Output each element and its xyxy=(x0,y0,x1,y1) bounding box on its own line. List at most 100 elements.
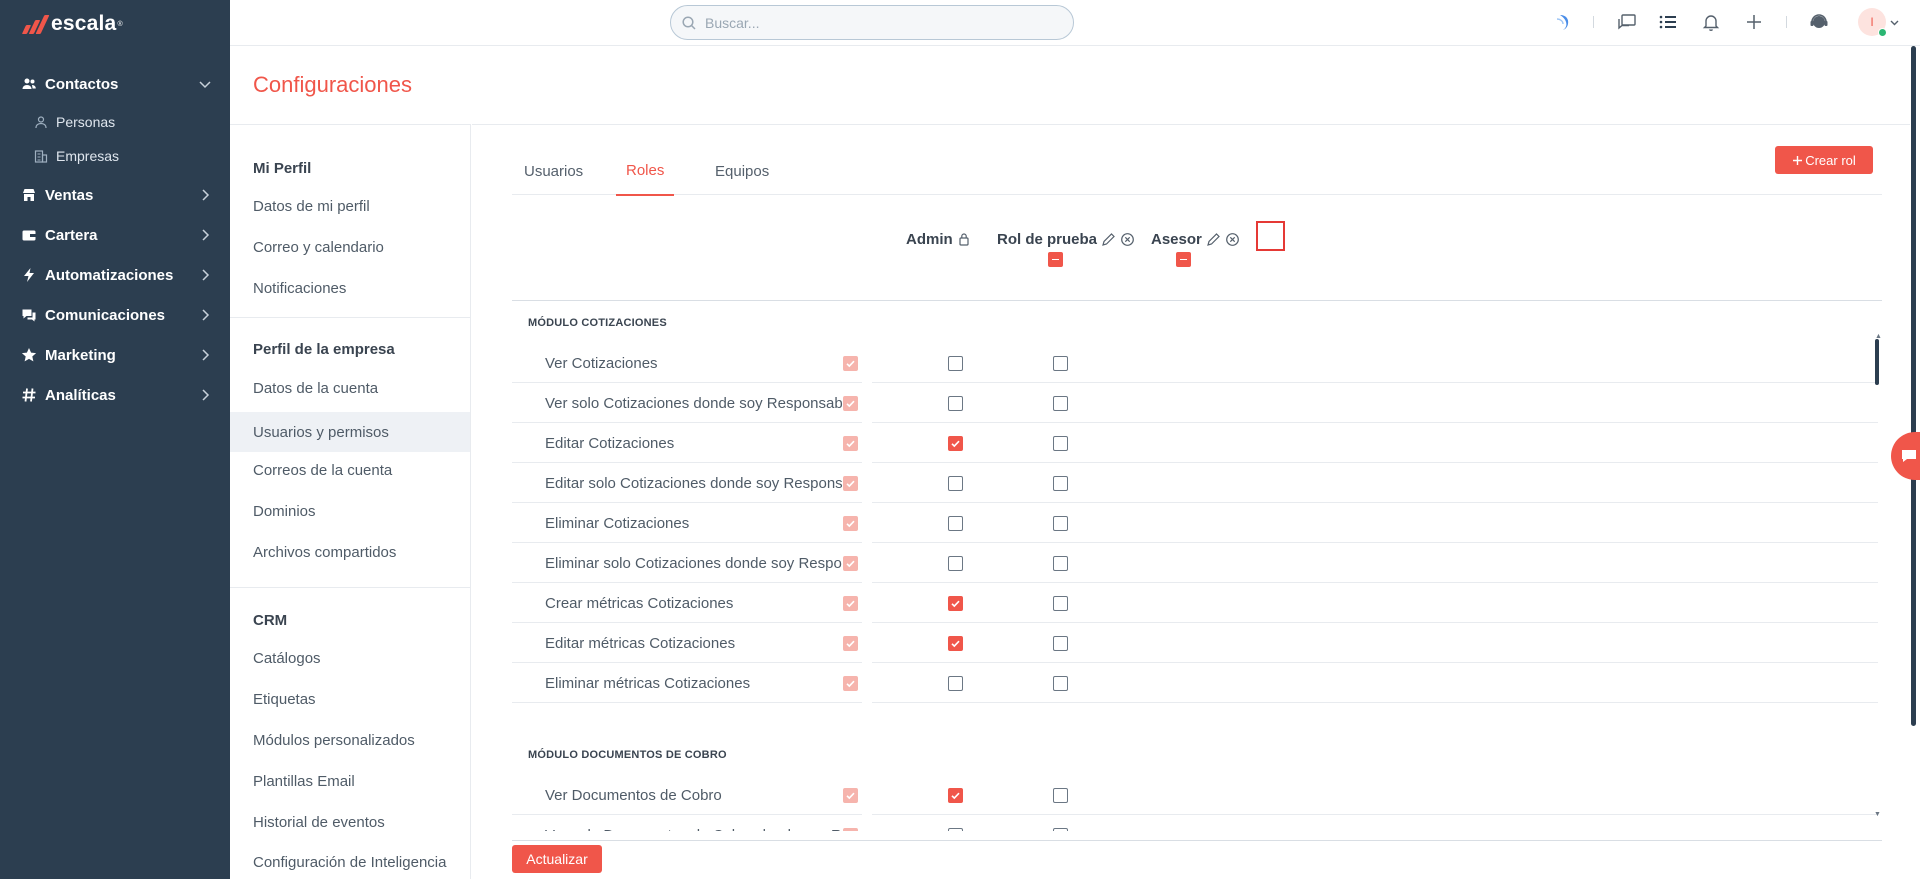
menu-item-configuracion-inteligencia[interactable]: Configuración de Inteligencia xyxy=(230,842,470,879)
permission-checkbox-asesor[interactable] xyxy=(1053,356,1068,371)
sidebar-item-comunicaciones[interactable]: Comunicaciones xyxy=(0,299,230,331)
plus-icon[interactable] xyxy=(1743,11,1765,33)
topbar-divider xyxy=(1786,16,1787,28)
permission-checkbox-admin xyxy=(843,356,858,371)
permission-checkbox-asesor[interactable] xyxy=(1053,596,1068,611)
task-list-icon[interactable] xyxy=(1657,11,1679,33)
menu-section-title: CRM xyxy=(253,612,288,629)
permission-checkbox-admin xyxy=(843,596,858,611)
menu-item-datos-cuenta[interactable]: Datos de la cuenta xyxy=(230,368,470,408)
role-name: Asesor xyxy=(1151,231,1202,248)
menu-item-historial-eventos[interactable]: Historial de eventos xyxy=(230,802,470,842)
permission-checkbox-asesor[interactable] xyxy=(1053,436,1068,451)
menu-item-correos-cuenta[interactable]: Correos de la cuenta xyxy=(230,450,470,490)
scroll-down-arrow-icon[interactable]: ▼ xyxy=(1874,811,1881,818)
create-role-button[interactable]: Crear rol xyxy=(1775,146,1873,174)
star-icon xyxy=(20,346,38,364)
escala-logo[interactable]: escala ® xyxy=(21,12,123,36)
support-headset-icon[interactable] xyxy=(1808,11,1830,33)
menu-item-usuarios-permisos[interactable]: Usuarios y permisos xyxy=(230,412,470,452)
sidebar-item-cartera[interactable]: Cartera xyxy=(0,219,230,251)
toggle-all-asesor-checkbox[interactable] xyxy=(1176,252,1191,267)
logo-trademark: ® xyxy=(117,20,123,28)
permission-checkbox-asesor[interactable] xyxy=(1053,476,1068,491)
conversations-icon[interactable] xyxy=(1616,11,1638,33)
permission-checkbox-rol-prueba[interactable] xyxy=(948,828,963,831)
sidebar-item-automatizaciones[interactable]: Automatizaciones xyxy=(0,259,230,291)
edit-pencil-icon[interactable] xyxy=(1101,232,1116,247)
sidebar-item-ventas[interactable]: Ventas xyxy=(0,179,230,211)
menu-item-notificaciones[interactable]: Notificaciones xyxy=(230,268,470,308)
permission-checkbox-rol-prueba[interactable] xyxy=(948,516,963,531)
menu-item-dominios[interactable]: Dominios xyxy=(230,491,470,531)
menu-item-datos-perfil[interactable]: Datos de mi perfil xyxy=(230,186,470,226)
sidebar-item-label: Ventas xyxy=(45,186,94,204)
bell-icon[interactable] xyxy=(1700,11,1722,33)
update-button[interactable]: Actualizar xyxy=(512,845,602,873)
sidebar-subitem-label: Empresas xyxy=(56,148,120,164)
sidebar-item-label: Automatizaciones xyxy=(45,266,174,284)
tabs-bar: Usuarios Roles Equipos xyxy=(512,147,1882,196)
menu-item-etiquetas[interactable]: Etiquetas xyxy=(230,679,470,719)
page-scrollbar[interactable] xyxy=(1911,46,1916,726)
search-box[interactable] xyxy=(670,5,1074,40)
permission-checkbox-asesor[interactable] xyxy=(1053,828,1068,831)
permission-checkbox-asesor[interactable] xyxy=(1053,516,1068,531)
avatar-initial: I xyxy=(1870,15,1874,29)
menu-item-plantillas-email[interactable]: Plantillas Email xyxy=(230,761,470,801)
permission-checkbox-rol-prueba[interactable] xyxy=(948,476,963,491)
permission-checkbox-asesor[interactable] xyxy=(1053,556,1068,571)
sidebar-item-analiticas[interactable]: Analíticas xyxy=(0,379,230,411)
tab-usuarios[interactable]: Usuarios xyxy=(514,147,593,195)
menu-item-archivos-compartidos[interactable]: Archivos compartidos xyxy=(230,532,470,572)
chevron-right-icon xyxy=(202,309,210,321)
ai-assistant-icon[interactable] xyxy=(1554,11,1576,33)
logo-text: escala xyxy=(51,12,117,35)
delete-circle-x-icon[interactable] xyxy=(1225,232,1240,247)
menu-divider xyxy=(230,587,470,588)
permission-checkbox-asesor[interactable] xyxy=(1053,676,1068,691)
building-icon xyxy=(34,149,48,163)
permission-checkbox-rol-prueba[interactable] xyxy=(948,596,963,611)
chevron-right-icon xyxy=(202,229,210,241)
tab-equipos[interactable]: Equipos xyxy=(705,147,779,195)
delete-circle-x-icon[interactable] xyxy=(1120,232,1135,247)
sidebar-item-contactos[interactable]: Contactos xyxy=(0,68,230,100)
role-column-admin: Admin xyxy=(906,231,972,248)
permission-checkbox-rol-prueba[interactable] xyxy=(948,676,963,691)
toggle-all-rol-prueba-checkbox[interactable] xyxy=(1048,252,1063,267)
sidebar-item-marketing[interactable]: Marketing xyxy=(0,339,230,371)
edit-pencil-icon[interactable] xyxy=(1206,232,1221,247)
permission-checkbox-admin xyxy=(843,788,858,803)
menu-item-correo-calendario[interactable]: Correo y calendario xyxy=(230,227,470,267)
permission-checkbox-rol-prueba[interactable] xyxy=(948,788,963,803)
permission-checkbox-rol-prueba[interactable] xyxy=(948,396,963,411)
chevron-right-icon xyxy=(202,389,210,401)
permission-checkbox-asesor[interactable] xyxy=(1053,396,1068,411)
permissions-list[interactable]: MÓDULO COTIZACIONES Ver Cotizaciones Ver s… xyxy=(512,303,1882,831)
plus-icon xyxy=(1793,155,1803,165)
scrollbar-thumb[interactable] xyxy=(1875,339,1879,385)
sidebar-subitem-empresas[interactable]: Empresas xyxy=(0,141,230,171)
permission-checkbox-rol-prueba[interactable] xyxy=(948,636,963,651)
permission-checkbox-asesor[interactable] xyxy=(1053,636,1068,651)
role-column-rol-prueba: Rol de prueba xyxy=(997,231,1135,248)
menu-section-title: Mi Perfil xyxy=(253,160,312,177)
permission-checkbox-admin xyxy=(843,476,858,491)
permission-checkbox-rol-prueba[interactable] xyxy=(948,356,963,371)
permission-checkbox-rol-prueba[interactable] xyxy=(948,436,963,451)
user-avatar[interactable]: I xyxy=(1858,8,1887,37)
person-icon xyxy=(34,115,48,129)
menu-item-catalogos[interactable]: Catálogos xyxy=(230,638,470,678)
search-input[interactable] xyxy=(705,14,1045,31)
permission-label: Editar solo Cotizaciones donde soy Respo… xyxy=(545,475,862,492)
menu-item-modulos-personalizados[interactable]: Módulos personalizados xyxy=(230,720,470,760)
chevron-down-icon[interactable] xyxy=(1890,18,1899,27)
page-title: Configuraciones xyxy=(253,72,412,97)
tab-roles[interactable]: Roles xyxy=(616,147,675,196)
permission-checkbox-admin xyxy=(843,636,858,651)
permission-checkbox-admin xyxy=(843,556,858,571)
permission-checkbox-rol-prueba[interactable] xyxy=(948,556,963,571)
permission-checkbox-asesor[interactable] xyxy=(1053,788,1068,803)
sidebar-subitem-personas[interactable]: Personas xyxy=(0,107,230,137)
